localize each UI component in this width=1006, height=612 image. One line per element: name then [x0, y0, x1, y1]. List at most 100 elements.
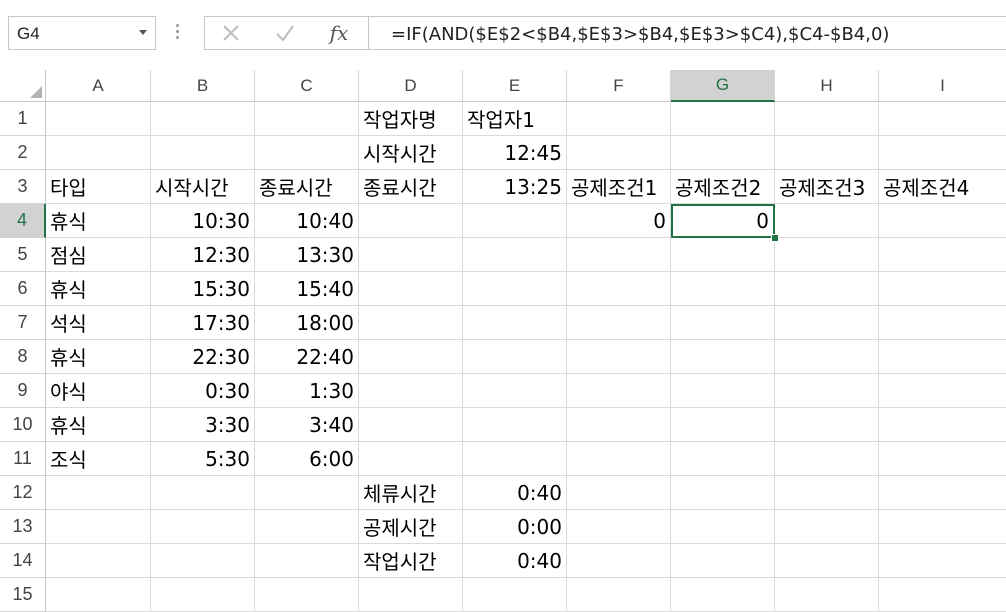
cell-f8[interactable]: [567, 340, 671, 374]
cell-a7[interactable]: 석식: [46, 306, 151, 340]
cell-i2[interactable]: [879, 136, 1006, 170]
cell-e9[interactable]: [463, 374, 567, 408]
cell-a5[interactable]: 점심: [46, 238, 151, 272]
cell-i14[interactable]: [879, 544, 1006, 578]
select-all-button[interactable]: [0, 70, 46, 102]
cell-g8[interactable]: [671, 340, 775, 374]
column-header-e[interactable]: E: [463, 70, 567, 102]
cell-e3[interactable]: 13:25: [463, 170, 567, 204]
cell-a13[interactable]: [46, 510, 151, 544]
cell-e5[interactable]: [463, 238, 567, 272]
row-header-2[interactable]: 2: [0, 136, 46, 170]
cell-b7[interactable]: 17:30: [151, 306, 255, 340]
cell-a4[interactable]: 휴식: [46, 204, 151, 238]
cell-g4[interactable]: 0: [671, 204, 775, 238]
cell-a14[interactable]: [46, 544, 151, 578]
cell-c3[interactable]: 종료시간: [255, 170, 359, 204]
column-header-a[interactable]: A: [46, 70, 151, 102]
cell-d5[interactable]: [359, 238, 463, 272]
cell-e8[interactable]: [463, 340, 567, 374]
row-header-10[interactable]: 10: [0, 408, 46, 442]
cell-i8[interactable]: [879, 340, 1006, 374]
cell-c2[interactable]: [255, 136, 359, 170]
cell-d14[interactable]: 작업시간: [359, 544, 463, 578]
cell-e2[interactable]: 12:45: [463, 136, 567, 170]
cell-c7[interactable]: 18:00: [255, 306, 359, 340]
cell-i1[interactable]: [879, 102, 1006, 136]
cell-i10[interactable]: [879, 408, 1006, 442]
cell-e13[interactable]: 0:00: [463, 510, 567, 544]
cell-a2[interactable]: [46, 136, 151, 170]
cell-h12[interactable]: [775, 476, 879, 510]
cell-c1[interactable]: [255, 102, 359, 136]
cell-c12[interactable]: [255, 476, 359, 510]
cell-h3[interactable]: 공제조건3: [775, 170, 879, 204]
cell-b15[interactable]: [151, 578, 255, 612]
cell-f4[interactable]: 0: [567, 204, 671, 238]
cell-c9[interactable]: 1:30: [255, 374, 359, 408]
cell-f6[interactable]: [567, 272, 671, 306]
fill-handle[interactable]: [771, 234, 779, 242]
cell-b13[interactable]: [151, 510, 255, 544]
cell-i5[interactable]: [879, 238, 1006, 272]
cell-b11[interactable]: 5:30: [151, 442, 255, 476]
row-header-7[interactable]: 7: [0, 306, 46, 340]
cell-c6[interactable]: 15:40: [255, 272, 359, 306]
cell-i6[interactable]: [879, 272, 1006, 306]
column-header-b[interactable]: B: [151, 70, 255, 102]
row-header-14[interactable]: 14: [0, 544, 46, 578]
cell-g11[interactable]: [671, 442, 775, 476]
drag-handle-icon[interactable]: [176, 24, 180, 44]
cell-c8[interactable]: 22:40: [255, 340, 359, 374]
column-header-c[interactable]: C: [255, 70, 359, 102]
row-header-15[interactable]: 15: [0, 578, 46, 612]
cell-b1[interactable]: [151, 102, 255, 136]
check-icon[interactable]: [265, 17, 305, 49]
cell-f1[interactable]: [567, 102, 671, 136]
cell-e12[interactable]: 0:40: [463, 476, 567, 510]
cell-i13[interactable]: [879, 510, 1006, 544]
cell-a10[interactable]: 휴식: [46, 408, 151, 442]
cell-a1[interactable]: [46, 102, 151, 136]
cell-h9[interactable]: [775, 374, 879, 408]
cell-a3[interactable]: 타입: [46, 170, 151, 204]
cell-b12[interactable]: [151, 476, 255, 510]
cell-d3[interactable]: 종료시간: [359, 170, 463, 204]
cell-g14[interactable]: [671, 544, 775, 578]
cell-d6[interactable]: [359, 272, 463, 306]
cell-a15[interactable]: [46, 578, 151, 612]
cell-h14[interactable]: [775, 544, 879, 578]
cell-h15[interactable]: [775, 578, 879, 612]
cell-e1[interactable]: 작업자1: [463, 102, 567, 136]
cell-f3[interactable]: 공제조건1: [567, 170, 671, 204]
cell-f10[interactable]: [567, 408, 671, 442]
cell-d2[interactable]: 시작시간: [359, 136, 463, 170]
column-header-i[interactable]: I: [879, 70, 1006, 102]
cell-d8[interactable]: [359, 340, 463, 374]
formula-input[interactable]: =IF(AND($E$2<$B4,$E$3>$B4,$E$3>$C4),$C4-…: [368, 16, 1006, 50]
row-header-9[interactable]: 9: [0, 374, 46, 408]
cell-e7[interactable]: [463, 306, 567, 340]
cell-h7[interactable]: [775, 306, 879, 340]
cell-g2[interactable]: [671, 136, 775, 170]
cell-a12[interactable]: [46, 476, 151, 510]
cell-c4[interactable]: 10:40: [255, 204, 359, 238]
cell-f9[interactable]: [567, 374, 671, 408]
cell-b5[interactable]: 12:30: [151, 238, 255, 272]
cell-f15[interactable]: [567, 578, 671, 612]
row-header-13[interactable]: 13: [0, 510, 46, 544]
cell-d4[interactable]: [359, 204, 463, 238]
cell-h6[interactable]: [775, 272, 879, 306]
function-icon[interactable]: fx: [319, 17, 359, 49]
cell-e6[interactable]: [463, 272, 567, 306]
cell-g9[interactable]: [671, 374, 775, 408]
cell-c15[interactable]: [255, 578, 359, 612]
row-header-3[interactable]: 3: [0, 170, 46, 204]
cell-g12[interactable]: [671, 476, 775, 510]
cell-a8[interactable]: 휴식: [46, 340, 151, 374]
cell-d9[interactable]: [359, 374, 463, 408]
cell-i7[interactable]: [879, 306, 1006, 340]
cell-b2[interactable]: [151, 136, 255, 170]
cell-d11[interactable]: [359, 442, 463, 476]
cell-i12[interactable]: [879, 476, 1006, 510]
